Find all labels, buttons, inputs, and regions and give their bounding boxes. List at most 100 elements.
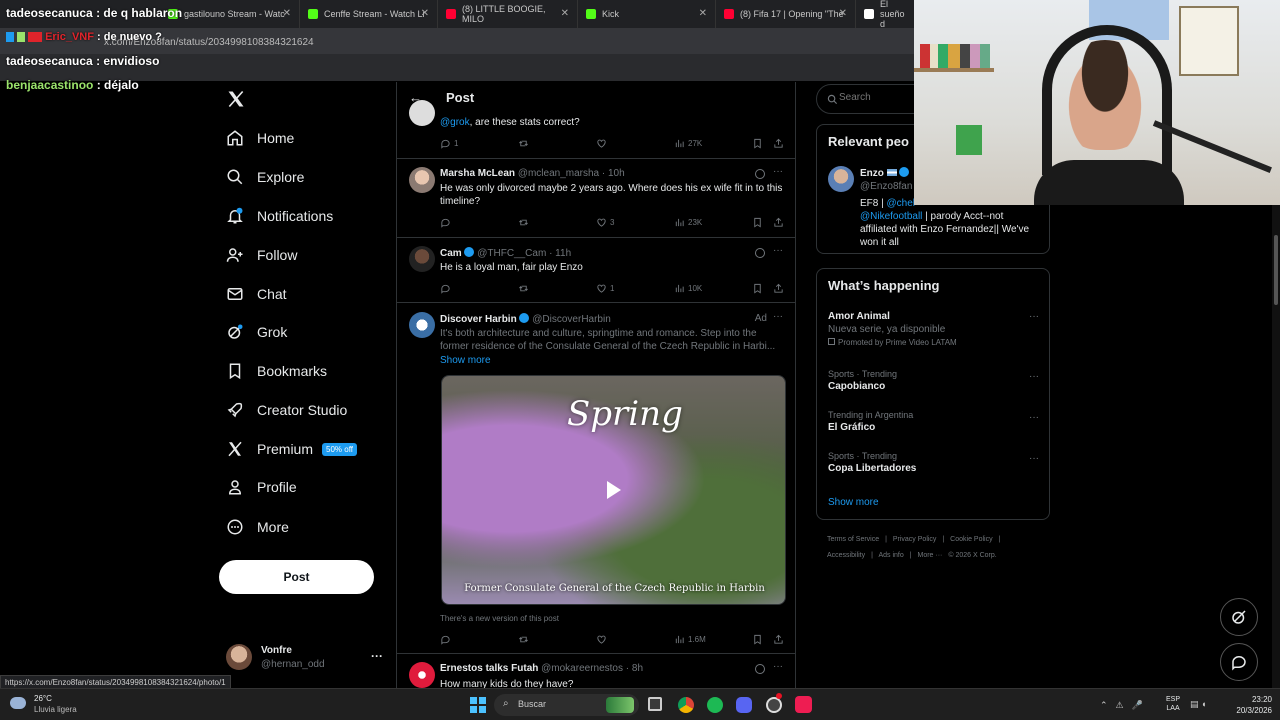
like-button[interactable]: 1 <box>596 283 614 294</box>
person-name[interactable]: Enzo <box>860 167 910 179</box>
close-icon[interactable]: ✕ <box>283 8 291 19</box>
author-handle[interactable]: @mokareernestos · 8h <box>541 663 643 674</box>
reply-button[interactable] <box>440 283 454 294</box>
share-button[interactable] <box>773 217 787 228</box>
tiktok-icon[interactable] <box>795 696 812 713</box>
footer-link[interactable]: Cookie Policy <box>950 536 992 543</box>
grok-icon[interactable] <box>755 169 765 179</box>
network-volume-icons[interactable]: ▤ ◖ <box>1190 699 1220 709</box>
reply-post[interactable]: Marsha McLean @mclean_marsha · 10h ··· H… <box>397 159 795 238</box>
scrollbar-thumb[interactable] <box>1274 235 1278 305</box>
retweet-button[interactable] <box>518 283 532 294</box>
reply-button[interactable]: 1 <box>440 138 458 149</box>
bio-link[interactable]: @Nikefootball <box>860 211 922 222</box>
share-button[interactable] <box>773 138 787 149</box>
bookmark-button[interactable] <box>752 283 766 294</box>
windows-start-icon[interactable] <box>470 697 486 713</box>
sidebar-item-more[interactable]: More <box>226 513 289 541</box>
like-button[interactable] <box>596 138 610 149</box>
new-version-notice[interactable]: There's a new version of this post <box>440 614 559 623</box>
author-name[interactable]: Discover Harbin <box>440 314 517 325</box>
like-button[interactable]: 3 <box>596 217 614 228</box>
trend-item[interactable]: Sports · Trending Capobianco <box>828 369 897 392</box>
footer-link[interactable]: Privacy Policy <box>893 536 937 543</box>
reply-post[interactable]: Cam @THFC__Cam · 11h ··· He is a loyal m… <box>397 238 795 303</box>
chrome-icon[interactable] <box>678 697 694 713</box>
bookmark-button[interactable] <box>752 138 766 149</box>
show-more-link[interactable]: Show more <box>440 355 491 366</box>
bookmark-button[interactable] <box>752 217 766 228</box>
retweet-button[interactable] <box>518 138 532 149</box>
footer-link[interactable]: Terms of Service <box>827 536 879 543</box>
author-name[interactable]: Ernestos talks Futah <box>440 663 538 674</box>
views-button[interactable]: 1.6M <box>674 634 706 645</box>
browser-tab[interactable]: Kick ✕ <box>578 0 716 28</box>
trend-item[interactable]: Amor Animal Nueva serie, ya disponible P… <box>828 311 1040 347</box>
views-button[interactable]: 10K <box>674 283 702 294</box>
play-icon[interactable] <box>607 481 621 499</box>
close-icon[interactable]: ✕ <box>699 8 707 19</box>
browser-tab[interactable]: (8) LITTLE BOOGIE, MILO ✕ <box>438 0 578 28</box>
weather-widget[interactable]: 26°C Lluvia ligera <box>10 694 100 716</box>
bio-link[interactable]: @chel <box>887 198 916 209</box>
trend-item[interactable]: Trending in Argentina El Gráfico <box>828 410 913 433</box>
sidebar-item-follow[interactable]: Follow <box>226 241 297 269</box>
person-handle[interactable]: @Enzo8fan <box>860 181 912 192</box>
more-icon[interactable]: ··· <box>773 245 783 256</box>
scrollbar[interactable] <box>1272 205 1280 688</box>
spotify-icon[interactable] <box>707 697 723 713</box>
views-button[interactable]: 27K <box>674 138 702 149</box>
avatar[interactable] <box>828 166 854 192</box>
grok-fab-button[interactable] <box>1220 598 1258 636</box>
sidebar-item-notifications[interactable]: Notifications <box>226 202 333 230</box>
author-handle[interactable]: @THFC__Cam · 11h <box>477 248 571 259</box>
sidebar-item-explore[interactable]: Explore <box>226 163 304 191</box>
account-switcher[interactable]: Vonfre @hernan_odd ··· <box>226 644 386 676</box>
more-icon[interactable]: ··· <box>773 311 783 322</box>
video-thumbnail[interactable]: Spring Former Consulate General of the C… <box>441 375 786 605</box>
more-icon[interactable]: ··· <box>773 166 783 177</box>
bookmark-button[interactable] <box>752 634 766 645</box>
reply-button[interactable] <box>440 634 454 645</box>
taskbar-search[interactable]: ⌕ Buscar <box>494 694 639 716</box>
sidebar-item-creator-studio[interactable]: Creator Studio <box>226 396 347 424</box>
author-name[interactable]: Cam <box>440 248 462 259</box>
x-logo-icon[interactable] <box>226 89 246 109</box>
more-icon[interactable]: ··· <box>773 661 783 672</box>
obs-icon[interactable] <box>766 697 782 713</box>
close-icon[interactable]: ✕ <box>421 8 429 19</box>
clock[interactable]: 23:20 20/3/2026 <box>1222 694 1272 716</box>
chat-fab-button[interactable] <box>1220 643 1258 681</box>
retweet-button[interactable] <box>518 634 532 645</box>
more-icon[interactable]: ··· <box>1029 453 1039 464</box>
tray-icons[interactable]: ⌃⚠🎤 <box>1100 700 1160 710</box>
reply-post[interactable]: @grok, are these stats correct? 1 27K <box>397 100 795 159</box>
sidebar-item-home[interactable]: Home <box>226 124 294 152</box>
file-explorer-icon[interactable] <box>648 697 662 711</box>
browser-tab[interactable]: El sueño d <box>856 0 916 29</box>
footer-link[interactable]: Accessibility <box>827 552 865 559</box>
trend-item[interactable]: Sports · Trending Copa Libertadores <box>828 451 916 474</box>
footer-link[interactable]: More ··· <box>918 552 943 559</box>
language-indicator[interactable]: ESP LAA <box>1166 695 1180 713</box>
show-more-link[interactable]: Show more <box>828 497 879 508</box>
discord-icon[interactable] <box>736 697 752 713</box>
more-icon[interactable]: ··· <box>1029 412 1039 423</box>
close-icon[interactable]: ✕ <box>561 8 569 19</box>
share-button[interactable] <box>773 283 787 294</box>
mention-link[interactable]: @grok <box>440 117 470 128</box>
author-name[interactable]: Marsha McLean <box>440 168 515 179</box>
browser-tab[interactable]: (8) Fifa 17 | Opening "The ✕ <box>716 0 856 28</box>
footer-link[interactable]: Ads info <box>878 552 903 559</box>
sidebar-item-chat[interactable]: Chat <box>226 280 287 308</box>
sidebar-item-profile[interactable]: Profile <box>226 473 297 501</box>
retweet-button[interactable] <box>518 217 532 228</box>
close-icon[interactable]: ✕ <box>839 8 847 19</box>
grok-icon[interactable] <box>755 664 765 674</box>
more-icon[interactable]: ··· <box>1029 311 1039 322</box>
sidebar-item-grok[interactable]: Grok <box>226 318 287 346</box>
sidebar-item-premium[interactable]: Premium 50% off <box>226 435 357 463</box>
like-button[interactable] <box>596 634 610 645</box>
grok-icon[interactable] <box>755 248 765 258</box>
sidebar-item-bookmarks[interactable]: Bookmarks <box>226 357 327 385</box>
